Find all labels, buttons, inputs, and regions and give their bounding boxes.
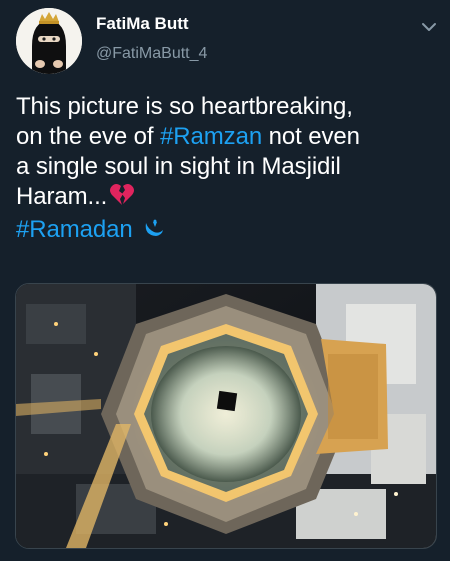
tweet-text-segment: a single soul in sight in Masjidil [16, 153, 341, 180]
hashtag-link[interactable]: #Ramzan [160, 123, 262, 150]
avatar[interactable] [16, 8, 82, 74]
chevron-down-icon[interactable] [418, 16, 440, 38]
tweet-text: This picture is so heartbreaking, on the… [16, 92, 436, 248]
tweet: FatiMa Butt @FatiMaButt_4 This picture i… [0, 0, 450, 561]
author-name[interactable]: FatiMa Butt [96, 14, 189, 34]
hashtag-link[interactable]: #Ramadan [16, 216, 133, 243]
author-handle[interactable]: @FatiMaButt_4 [96, 45, 207, 63]
tweet-photo[interactable] [15, 283, 437, 549]
crescent-moon-icon [141, 216, 165, 248]
broken-heart-icon [109, 183, 135, 215]
tweet-text-segment: This picture is so heartbreaking, [16, 93, 353, 120]
tweet-text-segment: on the eve of [16, 123, 154, 150]
tweet-text-segment: Haram... [16, 183, 108, 210]
tweet-line: This picture is so heartbreaking, [16, 92, 436, 122]
tweet-line: #Ramadan [16, 215, 436, 248]
tweet-line: on the eve of #Ramzan not even [16, 122, 436, 152]
tweet-line: a single soul in sight in Masjidil [16, 152, 436, 182]
tweet-line: Haram... [16, 182, 436, 215]
tweet-text-segment: not even [268, 123, 360, 150]
